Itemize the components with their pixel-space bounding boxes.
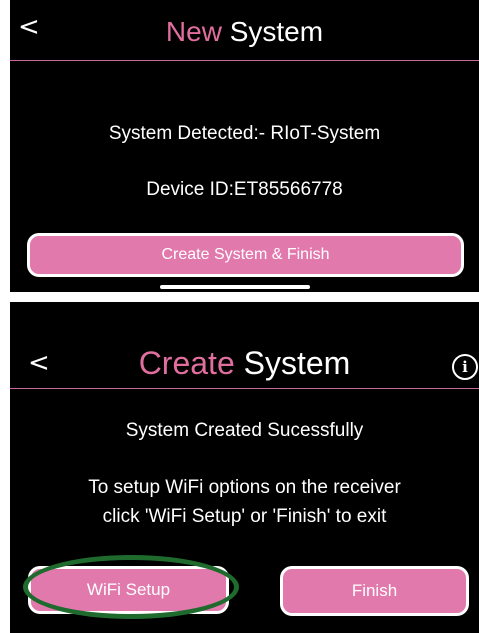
new-system-screen: < New System System Detected:- RIoT-Syst…: [10, 0, 479, 292]
title-accent: New: [165, 16, 222, 47]
wifi-setup-button[interactable]: WiFi Setup: [28, 566, 229, 614]
create-system-finish-button[interactable]: Create System & Finish: [27, 233, 464, 277]
title-accent: Create: [138, 345, 235, 381]
title-rest: System: [234, 345, 351, 381]
create-system-header: < Create System i: [10, 302, 479, 389]
home-indicator[interactable]: [160, 285, 310, 289]
device-id-text: Device ID:ET85566778: [146, 179, 343, 200]
instruction-line-1: To setup WiFi options on the receiver: [88, 477, 401, 498]
success-message: System Created Sucessfully: [125, 420, 364, 441]
page-title: New System: [10, 15, 479, 49]
instruction-line-2: click 'WiFi Setup' or 'Finish' to exit: [102, 506, 387, 527]
finish-button[interactable]: Finish: [280, 566, 469, 616]
page-title: Create System: [10, 344, 479, 382]
title-rest: System: [221, 16, 324, 47]
system-detected-text: System Detected:- RIoT-System: [108, 123, 381, 144]
info-icon[interactable]: i: [452, 354, 478, 380]
new-system-header: < New System: [10, 0, 479, 61]
create-system-screen: < Create System i System Created Sucessf…: [10, 302, 479, 633]
